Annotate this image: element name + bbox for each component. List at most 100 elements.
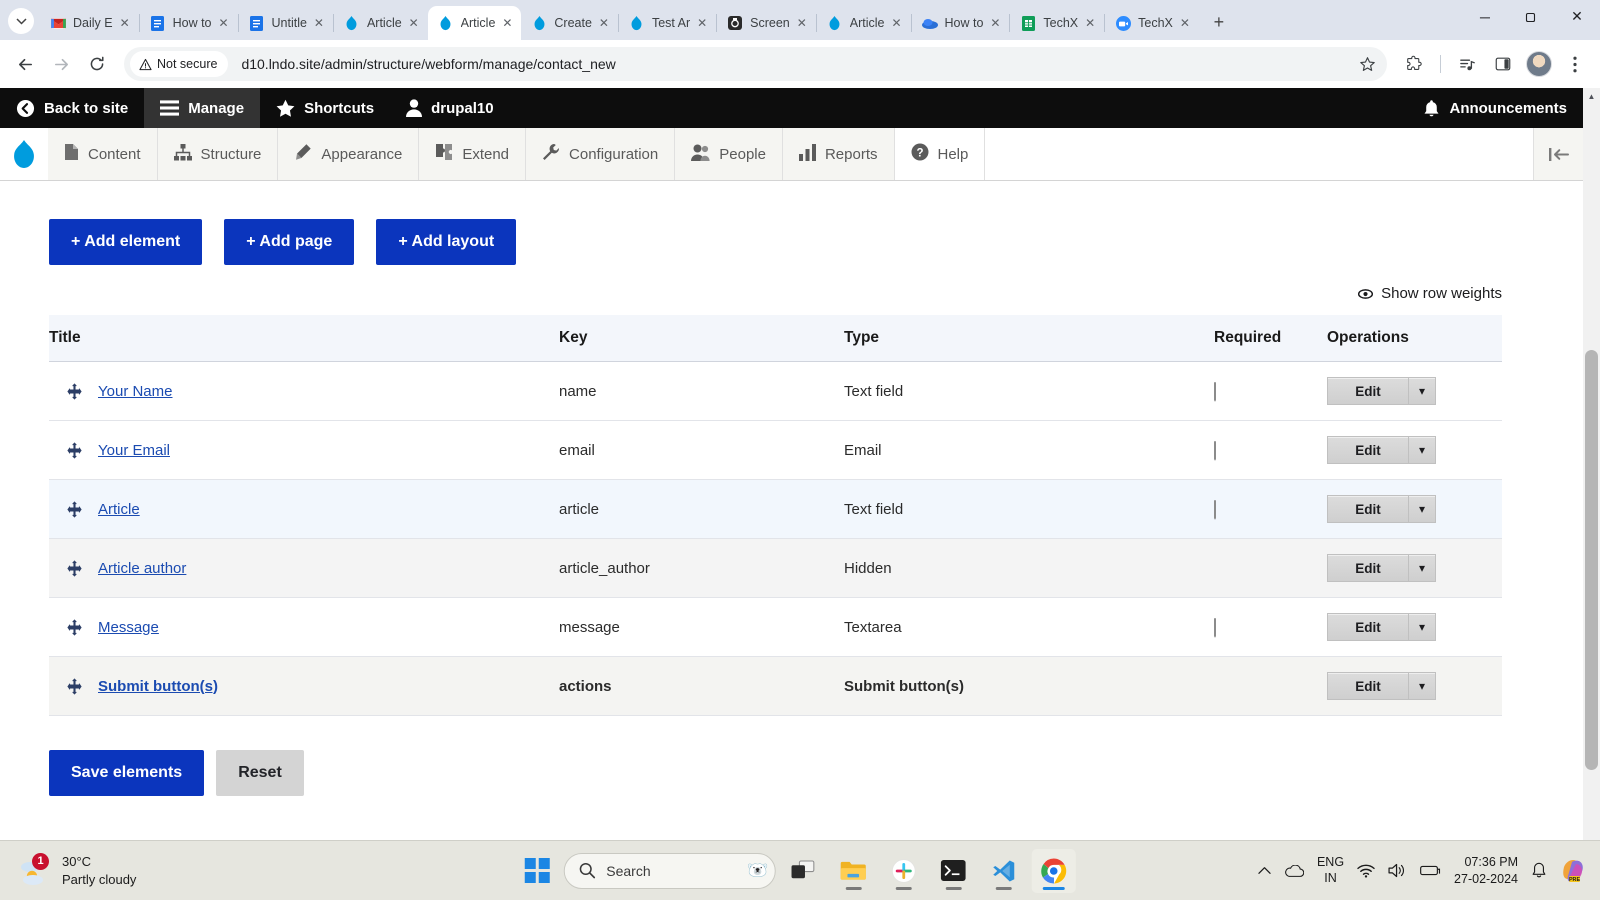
drag-handle-icon[interactable] xyxy=(64,617,84,637)
edit-button[interactable]: Edit xyxy=(1327,377,1409,405)
edit-button[interactable]: Edit xyxy=(1327,672,1409,700)
close-icon[interactable]: ✕ xyxy=(794,15,810,31)
address-bar[interactable]: Not secure d10.lndo.site/admin/structure… xyxy=(124,47,1387,81)
forward-icon[interactable] xyxy=(44,47,78,81)
browser-tab[interactable]: How to ✕ xyxy=(912,6,1010,40)
close-icon[interactable]: ✕ xyxy=(216,15,232,31)
tab-search-button[interactable] xyxy=(8,8,34,34)
browser-tab[interactable]: Screen ✕ xyxy=(717,6,816,40)
reload-icon[interactable] xyxy=(80,47,114,81)
back-icon[interactable] xyxy=(8,47,42,81)
close-icon[interactable]: ✕ xyxy=(1082,15,1098,31)
new-tab-button[interactable]: + xyxy=(1205,8,1233,36)
admin-tab-structure[interactable]: Structure xyxy=(157,128,279,180)
profile-avatar[interactable] xyxy=(1522,47,1556,81)
close-window-button[interactable]: ✕ xyxy=(1554,0,1600,33)
admin-tab-people[interactable]: People xyxy=(675,128,783,180)
wifi-icon[interactable] xyxy=(1357,864,1375,878)
admin-tab-content[interactable]: Content xyxy=(48,128,158,180)
drag-handle-icon[interactable] xyxy=(64,499,84,519)
element-title-link[interactable]: Article author xyxy=(98,560,186,577)
edit-button[interactable]: Edit xyxy=(1327,613,1409,641)
close-icon[interactable]: ✕ xyxy=(406,15,422,31)
browser-tab[interactable]: Daily E ✕ xyxy=(40,6,139,40)
chevron-down-icon[interactable]: ▾ xyxy=(1409,672,1436,700)
close-icon[interactable]: ✕ xyxy=(117,15,133,31)
required-checkbox[interactable] xyxy=(1214,617,1216,637)
admin-tab-appearance[interactable]: Appearance xyxy=(278,128,420,180)
taskbar-weather-widget[interactable]: 1 30°C Partly cloudy xyxy=(0,852,136,888)
close-icon[interactable]: ✕ xyxy=(596,15,612,31)
drag-handle-icon[interactable] xyxy=(64,676,84,696)
taskbar-clock[interactable]: 07:36 PM 27-02-2024 xyxy=(1454,854,1518,888)
chevron-down-icon[interactable]: ▾ xyxy=(1409,554,1436,582)
browser-tab[interactable]: TechX ✕ xyxy=(1105,6,1199,40)
task-view-icon[interactable] xyxy=(781,849,825,893)
notification-bell-icon[interactable] xyxy=(1531,862,1547,879)
file-explorer-icon[interactable] xyxy=(831,849,875,893)
drag-handle-icon[interactable] xyxy=(64,381,84,401)
required-checkbox[interactable] xyxy=(1214,499,1216,519)
drag-handle-icon[interactable] xyxy=(64,440,84,460)
terminal-icon[interactable] xyxy=(931,849,975,893)
manage-menu-item[interactable]: Manage xyxy=(144,88,261,128)
close-icon[interactable]: ✕ xyxy=(499,15,515,31)
drag-handle-icon[interactable] xyxy=(64,558,84,578)
maximize-button[interactable] xyxy=(1508,0,1554,33)
slack-icon[interactable] xyxy=(881,849,925,893)
show-row-weights-toggle[interactable]: Show row weights xyxy=(49,285,1502,302)
admin-tab-configuration[interactable]: Configuration xyxy=(526,128,676,180)
start-button-icon[interactable] xyxy=(524,858,550,883)
onedrive-icon[interactable] xyxy=(1284,864,1304,877)
copilot-icon[interactable]: PRE xyxy=(1560,858,1586,883)
close-icon[interactable]: ✕ xyxy=(311,15,327,31)
bookmark-star-icon[interactable] xyxy=(1353,50,1381,78)
chrome-menu-icon[interactable] xyxy=(1558,47,1592,81)
security-indicator[interactable]: Not secure xyxy=(130,51,229,77)
back-to-site-link[interactable]: Back to site xyxy=(0,88,144,128)
admin-tab-extend[interactable]: Extend xyxy=(419,128,527,180)
chevron-down-icon[interactable]: ▾ xyxy=(1409,495,1436,523)
element-title-link[interactable]: Your Email xyxy=(98,442,170,459)
volume-icon[interactable] xyxy=(1388,863,1407,878)
browser-tab[interactable]: TechX ✕ xyxy=(1010,6,1104,40)
scroll-up-arrow-icon[interactable]: ▲ xyxy=(1583,88,1600,105)
browser-tab[interactable]: Article ✕ xyxy=(334,6,428,40)
browser-tab-active[interactable]: Article ✕ xyxy=(427,6,522,40)
browser-tab[interactable]: Create ✕ xyxy=(521,6,618,40)
edit-button[interactable]: Edit xyxy=(1327,495,1409,523)
element-title-link[interactable]: Your Name xyxy=(98,383,173,400)
add-page-button[interactable]: + Add page xyxy=(224,219,355,265)
announcements-menu-item[interactable]: Announcements xyxy=(1407,88,1583,128)
chevron-down-icon[interactable]: ▾ xyxy=(1409,377,1436,405)
shortcuts-menu-item[interactable]: Shortcuts xyxy=(260,88,390,128)
close-icon[interactable]: ✕ xyxy=(987,15,1003,31)
chevron-down-icon[interactable]: ▾ xyxy=(1409,436,1436,464)
admin-tab-help[interactable]: ? Help xyxy=(894,128,986,180)
vertical-scrollbar[interactable]: ▲ xyxy=(1583,88,1600,840)
add-layout-button[interactable]: + Add layout xyxy=(376,219,517,265)
edit-button[interactable]: Edit xyxy=(1327,554,1409,582)
browser-tab[interactable]: Article ✕ xyxy=(817,6,911,40)
edit-button[interactable]: Edit xyxy=(1327,436,1409,464)
close-icon[interactable]: ✕ xyxy=(1177,15,1193,31)
browser-tab[interactable]: Test Ar ✕ xyxy=(619,6,716,40)
minimize-button[interactable]: ─ xyxy=(1462,0,1508,33)
required-checkbox[interactable] xyxy=(1214,440,1216,460)
vscode-icon[interactable] xyxy=(981,849,1025,893)
save-elements-button[interactable]: Save elements xyxy=(49,750,205,796)
close-icon[interactable]: ✕ xyxy=(694,15,710,31)
media-control-icon[interactable] xyxy=(1450,47,1484,81)
chrome-icon[interactable] xyxy=(1031,848,1076,893)
taskbar-search-box[interactable]: Search 🐻‍❄️ xyxy=(563,852,776,889)
element-title-link[interactable]: Message xyxy=(98,619,159,636)
drupal-logo-icon[interactable] xyxy=(0,128,48,180)
chevron-down-icon[interactable]: ▾ xyxy=(1409,613,1436,641)
browser-tab[interactable]: How to ✕ xyxy=(140,6,238,40)
extensions-icon[interactable] xyxy=(1397,47,1431,81)
element-title-link[interactable]: Submit button(s) xyxy=(98,678,218,695)
element-title-link[interactable]: Article xyxy=(98,501,140,518)
required-checkbox[interactable] xyxy=(1214,381,1216,401)
reset-button[interactable]: Reset xyxy=(216,750,304,796)
scrollbar-thumb[interactable] xyxy=(1585,350,1598,770)
